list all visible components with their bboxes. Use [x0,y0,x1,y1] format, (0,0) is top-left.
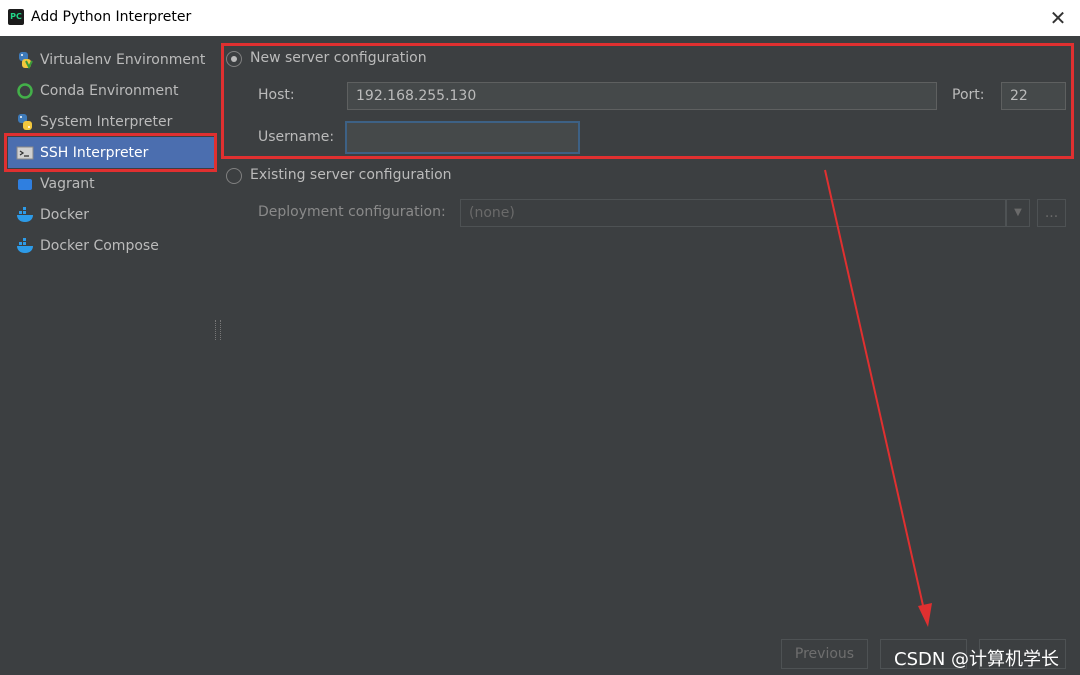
username-label: Username: [258,129,335,145]
sidebar-item-docker-compose[interactable]: Docker Compose [8,230,214,261]
sidebar-item-label: Virtualenv Environment [40,51,206,68]
existing-server-radio[interactable] [226,168,242,184]
sidebar-item-label: SSH Interpreter [40,144,149,161]
sidebar-item-label: Conda Environment [40,82,179,99]
sidebar-item-label: System Interpreter [40,113,173,130]
pycharm-icon: PC [8,9,24,25]
port-input[interactable] [1001,82,1066,110]
new-server-radio[interactable] [226,51,242,67]
vagrant-icon [16,175,34,193]
deployment-select[interactable]: (none) [460,199,1006,227]
deployment-label: Deployment configuration: [258,204,446,220]
interpreter-type-list: Virtualenv Environment Conda Environment… [0,36,216,675]
sidebar-item-label: Vagrant [40,175,95,192]
python-icon [16,113,34,131]
browse-button[interactable]: ... [1037,199,1066,227]
previous-button[interactable]: Previous [781,639,868,669]
sidebar-item-label: Docker [40,206,90,223]
conda-icon [16,82,34,100]
window-title: Add Python Interpreter [31,9,192,25]
terminal-icon [16,144,34,162]
sidebar-item-label: Docker Compose [40,237,159,254]
close-icon[interactable]: ✕ [1046,6,1070,30]
python-icon [16,51,34,69]
sidebar-item-vagrant[interactable]: Vagrant [8,168,214,199]
sidebar-item-system[interactable]: System Interpreter [8,106,214,137]
host-input[interactable] [347,82,937,110]
port-label: Port: [952,87,985,103]
title-bar: PC Add Python Interpreter ✕ [0,0,1080,36]
sidebar-item-ssh[interactable]: SSH Interpreter [8,137,214,168]
watermark: CSDN @计算机学长 [894,649,1060,670]
docker-icon [16,206,34,224]
host-label: Host: [258,87,295,103]
existing-server-label: Existing server configuration [250,167,452,183]
panel-splitter[interactable] [215,320,221,340]
username-input[interactable] [345,121,580,154]
sidebar-item-virtualenv[interactable]: Virtualenv Environment [8,44,214,75]
sidebar-item-conda[interactable]: Conda Environment [8,75,214,106]
sidebar-item-docker[interactable]: Docker [8,199,214,230]
chevron-down-icon[interactable]: ▼ [1006,199,1030,227]
new-server-label: New server configuration [250,50,427,66]
docker-icon [16,237,34,255]
